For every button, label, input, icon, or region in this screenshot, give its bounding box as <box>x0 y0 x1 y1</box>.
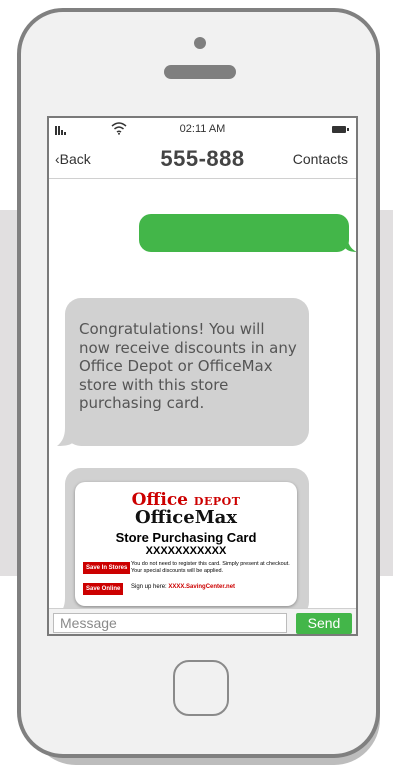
navigation-bar: ‹Back 555-888 Contacts <box>49 140 356 179</box>
in-store-note: You do not need to register this card. S… <box>131 561 290 574</box>
sent-message-bubble <box>139 214 349 252</box>
message-composer: Message Send <box>49 608 356 634</box>
status-time: 02:11 AM <box>179 123 226 135</box>
signup-url[interactable]: XXXX.SavingCenter.net <box>168 584 235 590</box>
battery-icon <box>332 126 349 133</box>
signup-line: Sign up here: XXXX.SavingCenter.net <box>131 584 236 590</box>
card-number: XXXXXXXXXXX <box>145 545 227 557</box>
camera-icon <box>194 37 206 49</box>
message-input[interactable]: Message <box>53 613 287 633</box>
status-bar: 02:11 AM <box>49 118 356 140</box>
received-bubble-tail <box>57 428 73 446</box>
officemax-logo: OfficeMax <box>134 507 238 528</box>
phone-screen: 02:11 AM ‹Back 555-888 Contacts Congratu… <box>47 116 358 636</box>
store-purchasing-card[interactable]: Office DEPOT OfficeMax Store Purchasing … <box>75 482 297 606</box>
save-in-stores-badge: Save In Stores <box>83 562 131 574</box>
save-online-badge: Save Online <box>83 583 124 595</box>
send-button[interactable]: Send <box>296 613 352 634</box>
home-button[interactable] <box>173 660 229 716</box>
speaker-icon <box>164 65 236 79</box>
contacts-button[interactable]: Contacts <box>293 151 348 167</box>
card-title: Store Purchasing Card <box>115 530 257 545</box>
sent-bubble-tail <box>343 236 356 252</box>
received-message-text: Congratulations! You will now receive di… <box>79 320 297 412</box>
